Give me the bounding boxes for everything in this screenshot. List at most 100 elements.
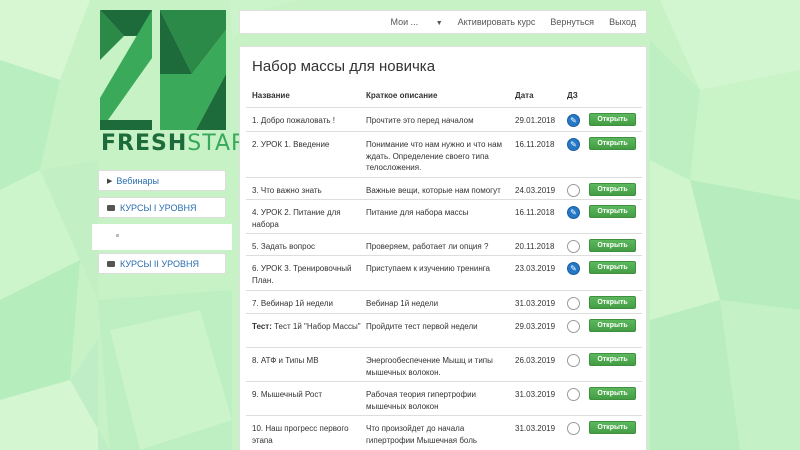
table-row: 5. Задать вопрос Проверяем, работает ли о… [246,233,642,255]
lesson-name: 2. УРОК 1. Введение [252,139,362,151]
lesson-description: Энергообеспечение Мышц и типы мышечных в… [366,356,493,377]
open-lesson-button[interactable]: Открыть [589,261,636,274]
lesson-date: 31.03.2019 [515,424,556,433]
open-lesson-button[interactable]: Открыть [589,387,636,400]
open-lesson-button[interactable]: Открыть [589,205,636,218]
lesson-name: 4. УРОК 2. Питание для набора [252,207,362,230]
homework-empty-icon[interactable] [567,297,580,310]
lesson-name-text: 7. Вебинар 1й недели [252,299,333,308]
lesson-description: Рабочая теория гипертрофии мышечных воло… [366,390,477,411]
lesson-date: 31.03.2019 [515,299,556,308]
open-lesson-button[interactable]: Открыть [589,137,636,150]
sidebar-item-label: Вебинары [116,175,159,186]
col-header-dz: ДЗ [567,91,578,100]
lesson-name-text: Тест 1й "Набор Массы" [274,322,361,331]
lesson-name-text: 10. Наш прогресс первого этапа [252,424,349,445]
lesson-date: 24.03.2019 [515,186,556,195]
top-navigation: Мои ... ▼ Активировать курс Вернуться Вы… [239,10,647,34]
lesson-date: 16.11.2018 [515,208,555,217]
open-lesson-button[interactable]: Открыть [589,183,636,196]
table-row: 9. Мышечный Рост Рабочая теория гипертроф… [246,381,642,415]
lesson-description: Пройдите тест первой недели [366,322,478,331]
lesson-description: Что произойдет до начала гипертрофии Мыш… [366,424,478,445]
triangle-right-icon: ▶ [107,177,113,185]
lesson-name-text: 4. УРОК 2. Питание для набора [252,208,341,229]
table-row: 3. Что важно знать Важные вещи, которые н… [246,177,642,199]
sidebar-item-courses-2[interactable]: КУРСЫ II УРОВНЯ [98,253,226,274]
lesson-name: 5. Задать вопрос [252,241,362,253]
lesson-date: 23.03.2019 [515,264,556,273]
lesson-name: 3. Что важно знать [252,185,362,197]
lesson-date: 29.01.2018 [515,116,556,125]
sidebar-item-label: КУРСЫ II УРОВНЯ [120,258,199,269]
nav-back[interactable]: Вернуться [550,17,594,27]
table-row: 8. АТФ и Типы МВ Энергообеспечение Мышц и… [246,347,642,381]
open-lesson-button[interactable]: Открыть [589,319,636,332]
lesson-name-text: 8. АТФ и Типы МВ [252,356,319,365]
sidebar-item-webinars[interactable]: ▶ Вебинары [98,170,226,191]
homework-empty-icon[interactable] [567,422,580,435]
brand-part1: FRESH [101,131,188,156]
homework-empty-icon[interactable] [567,388,580,401]
sidebar-item-label: КУРСЫ I УРОВНЯ [120,202,197,213]
lesson-name: 8. АТФ и Типы МВ [252,355,362,367]
lesson-name-text: 5. Задать вопрос [252,242,316,251]
lesson-name-text: 9. Мышечный Рост [252,390,323,399]
page-title: Набор массы для новичка [252,58,436,75]
lesson-date: 20.11.2018 [515,242,555,251]
lesson-name-text: 2. УРОК 1. Введение [252,140,330,149]
homework-done-icon[interactable]: ✎ [567,262,580,275]
sidebar-item-courses-1[interactable]: КУРСЫ I УРОВНЯ [98,197,226,218]
table-row: Тест: Тест 1й "Набор Массы" Пройдите тест… [246,313,642,347]
lesson-description: Проверяем, работает ли опция ? [366,242,489,251]
lesson-description: Понимание что нам нужно и что нам ждать.… [366,140,503,172]
lesson-name: 10. Наш прогресс первого этапа [252,423,362,446]
open-lesson-button[interactable]: Открыть [589,239,636,252]
table-row: 1. Добро пожаловать ! Прочтите это перед … [246,107,642,131]
table-row: 7. Вебинар 1й недели Вебинар 1й недели 31.… [246,290,642,313]
table-row: 6. УРОК 3. Тренировочный План. Приступаем… [246,255,642,290]
open-lesson-button[interactable]: Открыть [589,296,636,309]
open-lesson-button[interactable]: Открыть [589,113,636,126]
table-row: 2. УРОК 1. Введение Понимание что нам нуж… [246,131,642,177]
homework-empty-icon[interactable] [567,240,580,253]
lesson-name: 1. Добро пожаловать ! [252,115,362,127]
lesson-date: 31.03.2019 [515,390,556,399]
table-row: 4. УРОК 2. Питание для набора Питание для… [246,199,642,233]
lesson-description: Важные вещи, которые нам помогут [366,186,501,195]
lesson-name-text: 1. Добро пожаловать ! [252,116,335,125]
lesson-description: Приступаем к изучению тренинга [366,264,490,273]
homework-done-icon[interactable]: ✎ [567,206,580,219]
homework-done-icon[interactable]: ✎ [567,138,580,151]
open-lesson-button[interactable]: Открыть [589,421,636,434]
nav-logout[interactable]: Выход [609,17,636,27]
lesson-name: 7. Вебинар 1й недели [252,298,362,310]
lesson-name-text: 3. Что важно знать [252,186,322,195]
lesson-description: Питание для набора массы [366,208,469,217]
col-header-date: Дата [515,91,534,100]
open-lesson-button[interactable]: Открыть [589,353,636,366]
lesson-description: Вебинар 1й недели [366,299,439,308]
homework-empty-icon[interactable] [567,320,580,333]
homework-empty-icon[interactable] [567,354,580,367]
lesson-date: 29.03.2019 [515,322,556,331]
homework-done-icon[interactable]: ✎ [567,114,580,127]
lesson-name: 6. УРОК 3. Тренировочный План. [252,263,362,286]
col-header-desc: Краткое описание [366,91,438,100]
homework-empty-icon[interactable] [567,184,580,197]
brand-wordmark: FRESHSTART [101,131,260,156]
lesson-date: 16.11.2018 [515,140,555,149]
sidebar-blank-panel [92,224,232,250]
nav-my-menu[interactable]: Мои ... ▼ [376,17,443,27]
nav-activate-course[interactable]: Активировать курс [458,17,536,27]
lesson-name: Тест: Тест 1й "Набор Массы" [252,321,362,333]
lesson-name-text: 6. УРОК 3. Тренировочный План. [252,264,352,285]
col-header-name: Название [252,91,290,100]
lesson-name: 9. Мышечный Рост [252,389,362,401]
folder-icon [107,204,115,211]
caret-down-icon: ▼ [435,20,443,27]
lesson-prefix: Тест: [252,322,272,331]
lesson-date: 26.03.2019 [515,356,556,365]
table-row: 10. Наш прогресс первого этапа Что произо… [246,415,642,450]
course-panel: Набор массы для новичка Название Краткое… [239,46,647,450]
